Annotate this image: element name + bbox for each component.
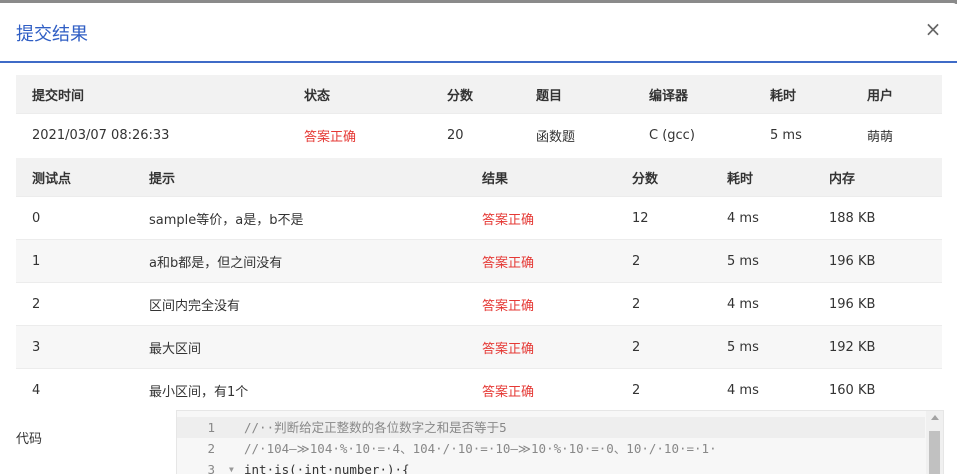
case-result: 答案正确 [466,239,616,283]
case-time: 4 ms [711,282,813,326]
case-score: 2 [616,239,711,283]
case-result: 答案正确 [466,282,616,326]
line-number: 1 [207,420,215,435]
compiler: C (gcc) [633,113,754,156]
col-header-problem: 题目 [520,75,633,114]
code-line[interactable]: 1 //··判断给定正整数的各位数字之和是否等于5 [177,417,925,438]
table-row: 3 最大区间 答案正确 2 5 ms 192 KB [16,325,942,369]
code-line[interactable]: 3 ▼ int·is(·int·number·)·{ [177,459,925,474]
summary-row: 2021/03/07 08:26:33 答案正确 20 函数题 C (gcc) … [16,113,942,156]
case-score: 2 [616,368,711,411]
dialog-title: 提交结果 [16,24,88,45]
summary-header-row: 提交时间 状态 分数 题目 编译器 耗时 用户 [16,75,942,114]
line-number: 3 [207,462,215,474]
case-hint: 最小区间，有1个 [133,368,466,411]
col-header-submit-time: 提交时间 [16,75,288,114]
table-row: 4 最小区间，有1个 答案正确 2 4 ms 160 KB [16,368,942,411]
col-header-result: 结果 [466,158,616,197]
status-badge: 答案正确 [288,113,431,156]
code-line-text: //··判断给定正整数的各位数字之和是否等于5 [244,420,507,435]
case-result: 答案正确 [466,325,616,369]
col-header-compiler: 编译器 [633,75,754,114]
code-line[interactable]: 2 //·104—≫104·%·10·=·4、104·/·10·=·10—≫10… [177,438,925,459]
col-header-memory: 内存 [813,158,942,197]
dialog-header: 提交结果 × [0,3,957,63]
case-id: 2 [16,282,133,326]
submission-summary-table: 提交时间 状态 分数 题目 编译器 耗时 用户 2021/03/07 08:26… [16,75,942,156]
col-header-user: 用户 [851,75,942,114]
submit-time: 2021/03/07 08:26:33 [16,113,288,156]
scrollbar-thumb[interactable] [929,431,940,474]
col-header-status: 状态 [288,75,431,114]
case-score: 12 [616,196,711,240]
case-memory: 192 KB [813,325,942,369]
col-header-case-time: 耗时 [711,158,813,197]
col-header-elapsed: 耗时 [754,75,851,114]
case-id: 3 [16,325,133,369]
case-memory: 160 KB [813,368,942,411]
case-memory: 188 KB [813,196,942,240]
case-hint: a和b都是，但之间没有 [133,239,466,283]
case-time: 5 ms [711,239,813,283]
case-id: 4 [16,368,133,411]
case-id: 0 [16,196,133,240]
case-hint: 最大区间 [133,325,466,369]
case-id: 1 [16,239,133,283]
user: 萌萌 [851,113,942,156]
code-line-text: int·is(·int·number·)·{ [244,462,410,474]
case-hint: 区间内完全没有 [133,282,466,326]
fold-arrow-icon[interactable]: ▼ [229,459,234,474]
score: 20 [431,113,520,156]
vertical-scrollbar[interactable] [926,411,943,474]
case-result: 答案正确 [466,368,616,411]
code-label: 代码 [16,432,43,447]
col-header-hint: 提示 [133,158,466,197]
case-score: 2 [616,282,711,326]
case-hint: sample等价，a是，b不是 [133,196,466,240]
code-line-text: //·104—≫104·%·10·=·4、104·/·10·=·10—≫10·%… [244,441,717,456]
cases-header-row: 测试点 提示 结果 分数 耗时 内存 [16,158,942,197]
problem: 函数题 [520,113,633,156]
table-row: 1 a和b都是，但之间没有 答案正确 2 5 ms 196 KB [16,239,942,283]
backdrop-text: ..... [86,0,100,1]
col-header-case-score: 分数 [616,158,711,197]
case-score: 2 [616,325,711,369]
case-memory: 196 KB [813,282,942,326]
table-row: 2 区间内完全没有 答案正确 2 4 ms 196 KB [16,282,942,326]
elapsed: 5 ms [754,113,851,156]
test-cases-table: 测试点 提示 结果 分数 耗时 内存 0 sample等价，a是，b不是 答案正… [16,158,942,411]
scroll-up-arrow-icon[interactable] [931,415,939,420]
col-header-case: 测试点 [16,158,133,197]
case-time: 5 ms [711,325,813,369]
case-time: 4 ms [711,196,813,240]
col-header-score: 分数 [431,75,520,114]
code-editor[interactable]: 1 //··判断给定正整数的各位数字之和是否等于5 2 //·104—≫104·… [176,410,944,474]
close-icon[interactable]: × [923,19,943,39]
case-time: 4 ms [711,368,813,411]
table-row: 0 sample等价，a是，b不是 答案正确 12 4 ms 188 KB [16,196,942,240]
case-memory: 196 KB [813,239,942,283]
line-number: 2 [207,441,215,456]
case-result: 答案正确 [466,196,616,240]
